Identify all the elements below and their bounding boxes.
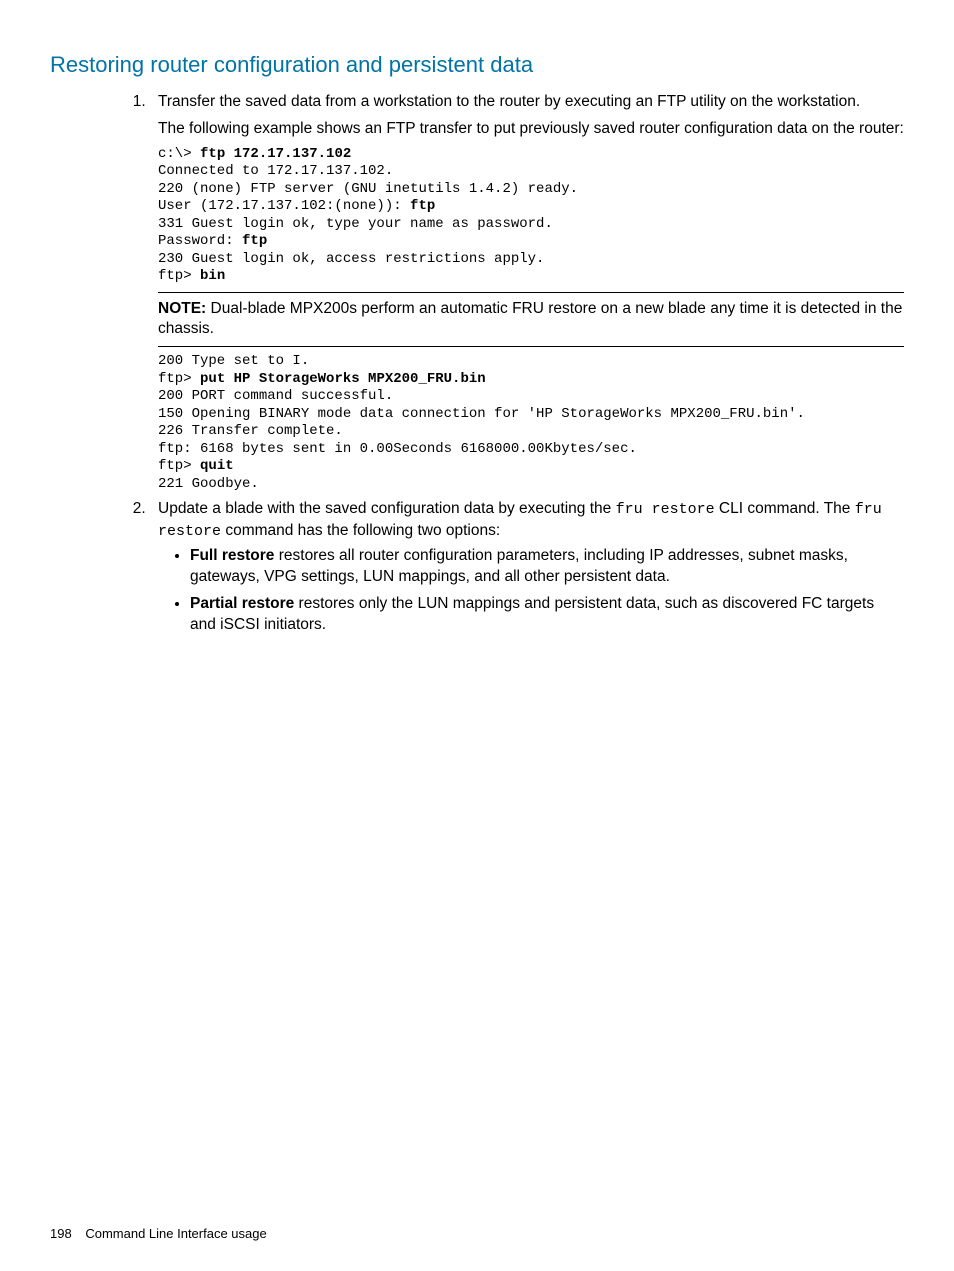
step2-para-part2: CLI command. The xyxy=(715,500,855,517)
page-number: 198 xyxy=(50,1226,72,1241)
step-2: Update a blade with the saved configurat… xyxy=(150,499,904,635)
code-block-1: c:\> ftp 172.17.137.102 Connected to 172… xyxy=(158,146,904,286)
note-divider-bottom xyxy=(158,346,904,347)
step-1: Transfer the saved data from a workstati… xyxy=(150,92,904,494)
footer-section-title: Command Line Interface usage xyxy=(85,1226,266,1241)
bullet-text-full: restores all router configuration parame… xyxy=(190,547,848,585)
step2-para-part3: command has the following two options: xyxy=(221,522,500,539)
bullet-full-restore: Full restore restores all router configu… xyxy=(190,546,904,588)
note-block: NOTE: Dual-blade MPX200s perform an auto… xyxy=(158,299,904,341)
step2-para-part1: Update a blade with the saved configurat… xyxy=(158,500,616,517)
step1-para2: The following example shows an FTP trans… xyxy=(158,119,904,140)
bullet-label-partial: Partial restore xyxy=(190,595,294,612)
section-heading: Restoring router configuration and persi… xyxy=(50,50,904,80)
note-label: NOTE: xyxy=(158,300,206,317)
note-divider-top xyxy=(158,292,904,293)
inline-code-fru-restore-1: fru restore xyxy=(616,501,715,518)
page-footer: 198 Command Line Interface usage xyxy=(50,1225,267,1243)
step1-para1: Transfer the saved data from a workstati… xyxy=(158,92,904,113)
code-block-2: 200 Type set to I. ftp> put HP StorageWo… xyxy=(158,353,904,493)
bullet-partial-restore: Partial restore restores only the LUN ma… xyxy=(190,594,904,636)
note-text: Dual-blade MPX200s perform an automatic … xyxy=(158,300,902,338)
bullet-label-full: Full restore xyxy=(190,547,274,564)
